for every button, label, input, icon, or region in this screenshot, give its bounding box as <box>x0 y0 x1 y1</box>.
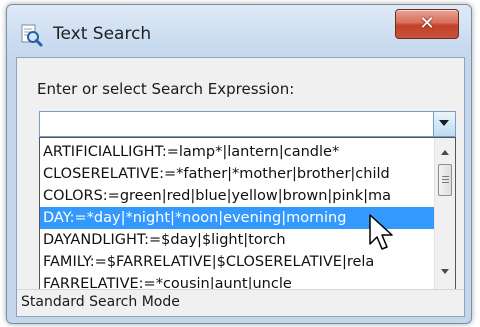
list-item[interactable]: COLORS:=green|red|blue|yellow|brown|pink… <box>40 185 434 207</box>
list-item[interactable]: FAMILY:=$FARRELATIVE|$CLOSERELATIVE|rela <box>40 251 434 273</box>
mouse-pointer-icon <box>369 214 393 250</box>
chevron-down-icon <box>439 120 449 126</box>
search-mode-status: Standard Search Mode <box>21 294 180 310</box>
text-search-window: Text Search ✕ Enter or select Search Exp… <box>6 4 472 324</box>
search-expression-combobox[interactable] <box>39 111 456 137</box>
scrollbar-thumb[interactable] <box>438 164 452 196</box>
close-icon: ✕ <box>419 13 435 34</box>
window-title: Text Search <box>53 24 152 44</box>
search-prompt-label: Enter or select Search Expression: <box>37 80 295 98</box>
list-item[interactable]: CLOSERELATIVE:=*father|*mother|brother|c… <box>40 163 434 185</box>
dialog-body: Enter or select Search Expression: ARTIF… <box>16 57 465 317</box>
title-bar[interactable]: Text Search ✕ <box>7 5 471 57</box>
arrow-down-icon <box>441 269 449 274</box>
scroll-down-button[interactable] <box>435 263 455 281</box>
vertical-scrollbar[interactable] <box>434 138 455 289</box>
dropdown-toggle-button[interactable] <box>433 112 455 136</box>
list-item[interactable]: FARRELATIVE:=*cousin|aunt|uncle <box>40 273 434 289</box>
list-item[interactable]: ARTIFICIALLIGHT:=lamp*|lantern|candle* <box>40 141 434 163</box>
scroll-up-button[interactable] <box>435 144 455 162</box>
arrow-up-icon <box>441 150 449 155</box>
search-document-icon <box>19 23 43 47</box>
close-button[interactable]: ✕ <box>395 9 459 39</box>
status-bar: Standard Search Mode <box>17 289 464 316</box>
search-expression-input[interactable] <box>43 114 428 134</box>
